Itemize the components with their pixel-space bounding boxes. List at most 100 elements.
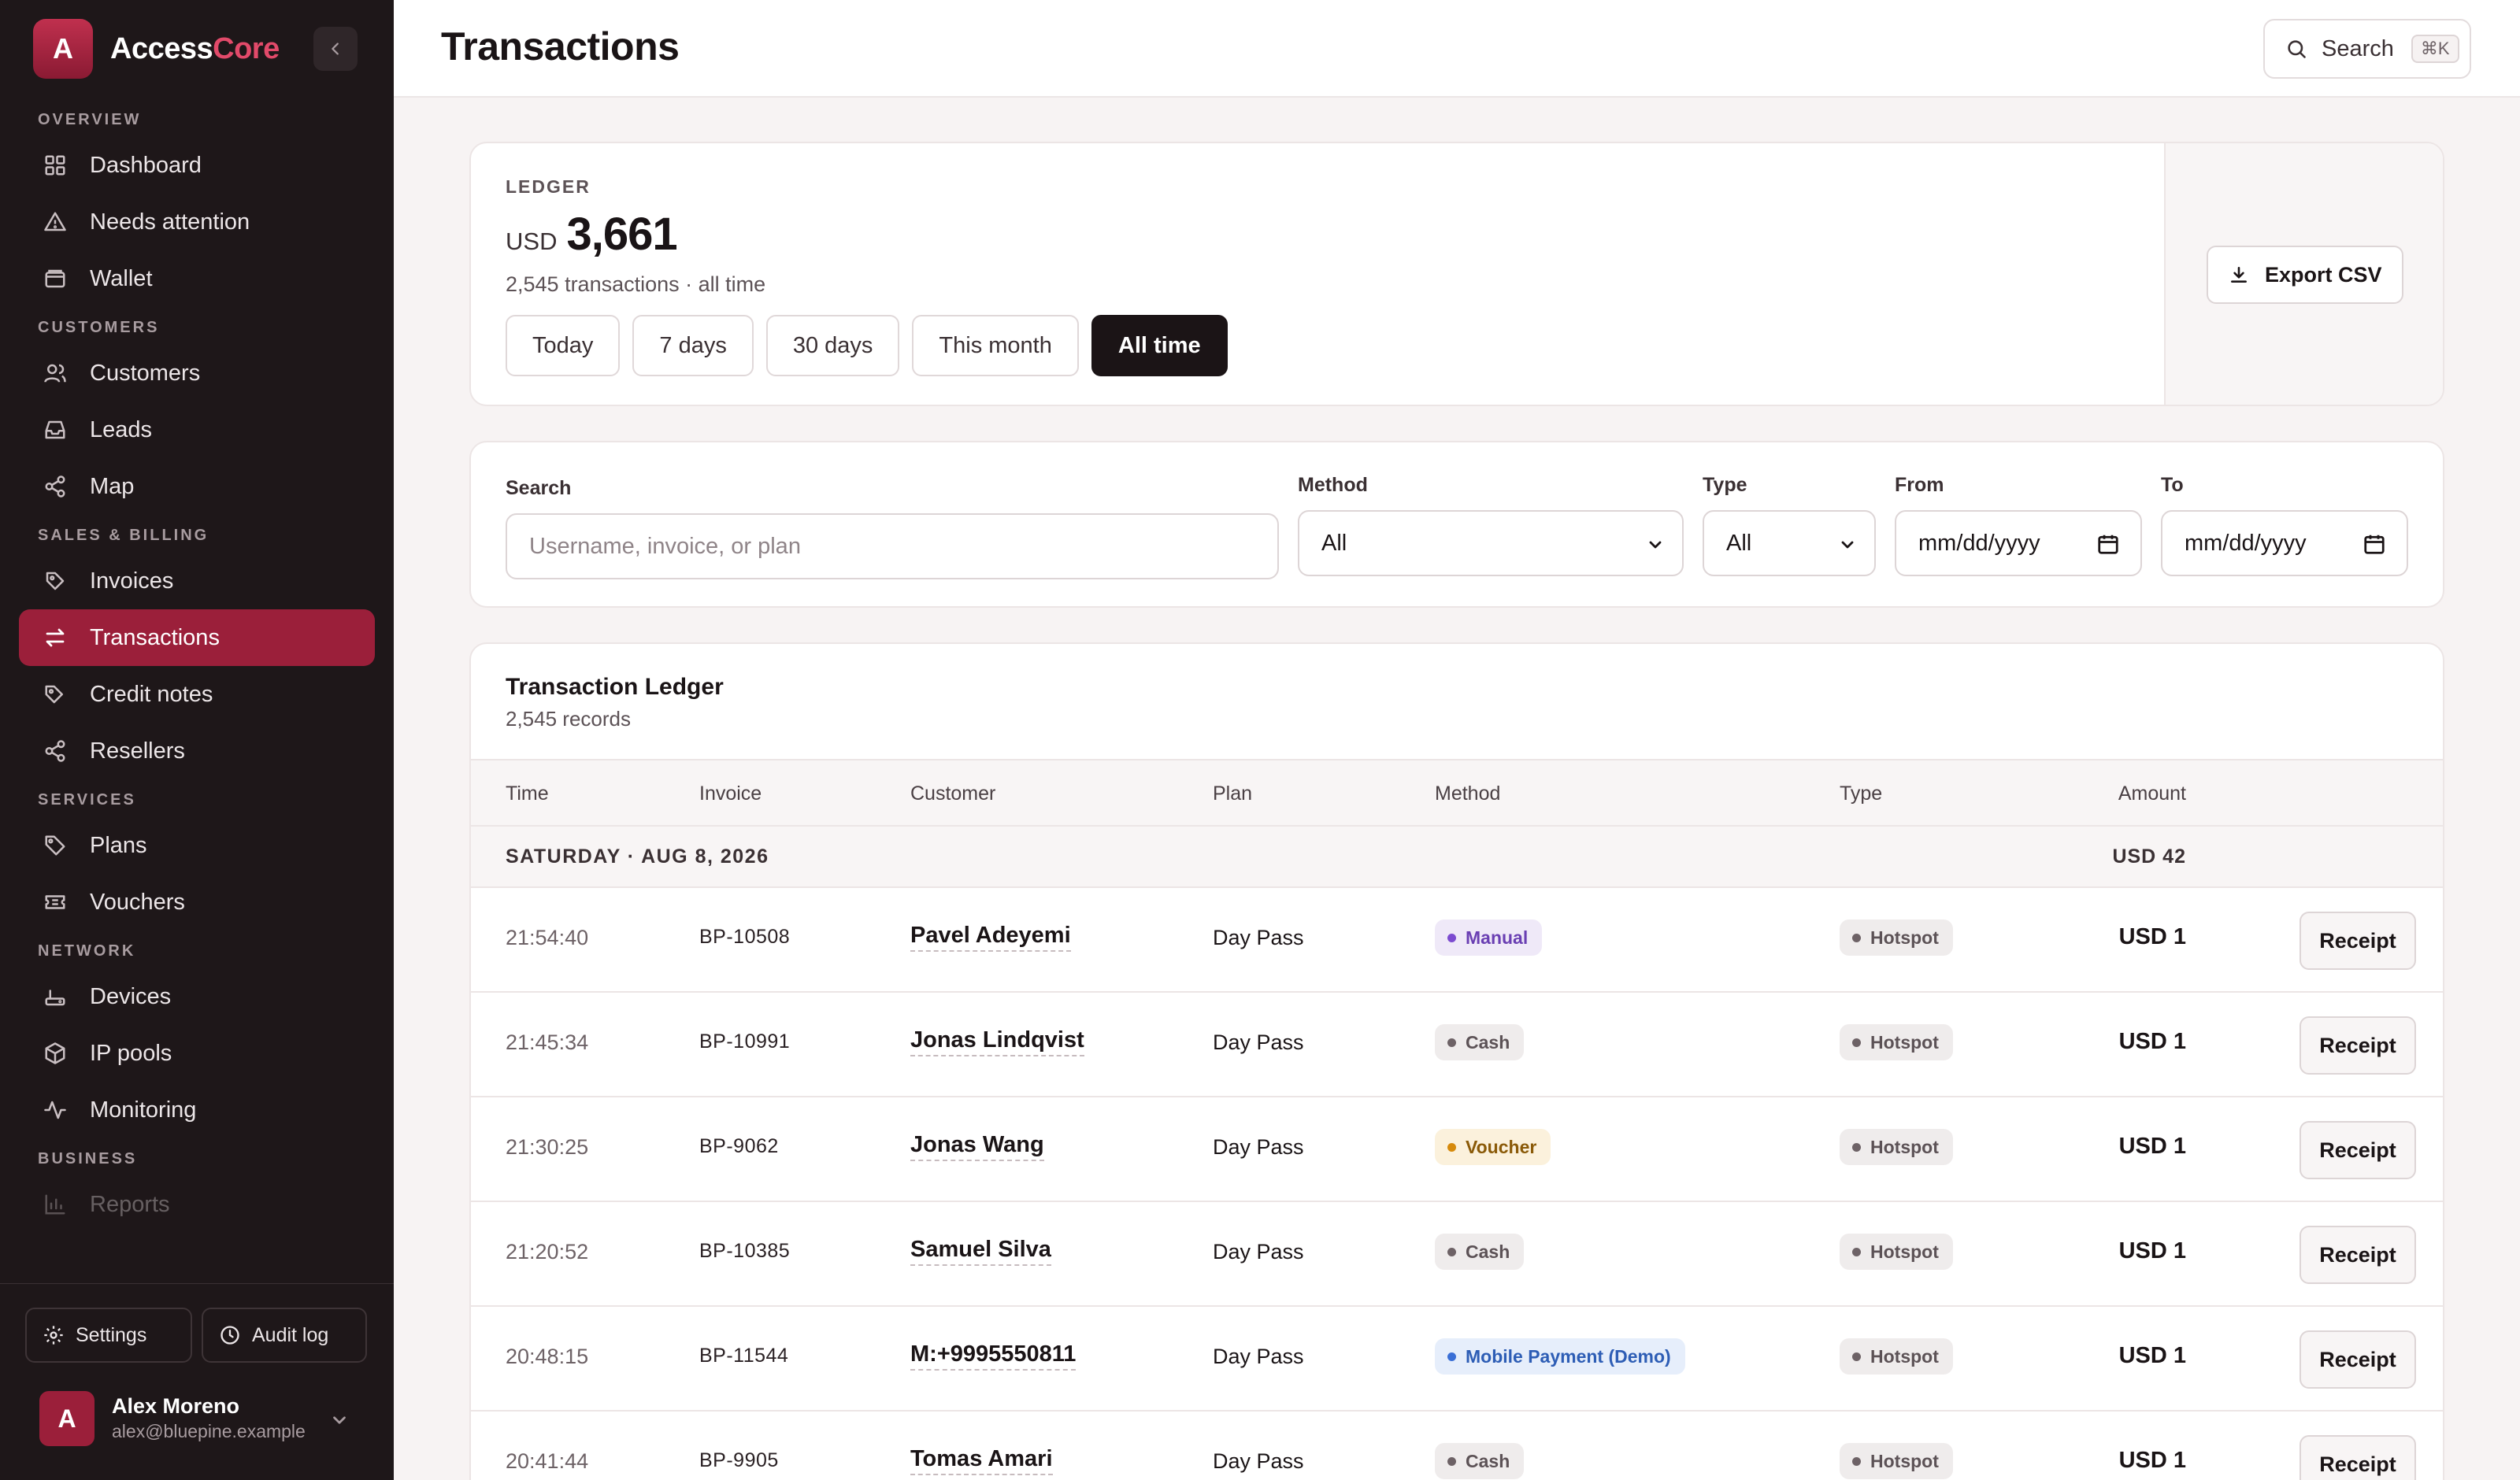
column-header-type[interactable]: Type [1840, 783, 1882, 805]
table-row[interactable]: 21:30:25 BP-9062 Jonas Wang Day Pass Vou… [471, 1097, 2443, 1202]
row-plan: Day Pass [1213, 1449, 1304, 1473]
ledger-summary-text: 2,545 transactions · all time [506, 272, 766, 296]
range-30-days-button[interactable]: 30 days [765, 315, 900, 376]
row-method: Cash [1435, 1443, 1525, 1479]
row-type: Hotspot [1840, 1129, 1953, 1165]
row-customer-link[interactable]: Pavel Adeyemi [910, 923, 1071, 952]
row-invoice: BP-9905 [699, 1449, 779, 1471]
nav-section-sales-billing: SALES & BILLING [38, 527, 209, 544]
to-date-input[interactable]: mm/dd/yyyy [2161, 510, 2408, 576]
sidebar-item-label: Needs attention [90, 209, 250, 235]
row-method: Cash [1435, 1234, 1525, 1270]
export-csv-button[interactable]: Export CSV [2207, 246, 2403, 304]
row-amount: USD 1 [2118, 1448, 2186, 1473]
export-csv-label: Export CSV [2265, 262, 2382, 287]
sidebar-item-plans[interactable]: Plans [19, 817, 375, 874]
calendar-icon[interactable] [2096, 532, 2120, 556]
method-select[interactable]: All [1298, 510, 1684, 576]
row-customer-link[interactable]: Jonas Wang [910, 1132, 1044, 1161]
method-badge: Cash [1435, 1024, 1525, 1060]
nav-section-business: BUSINESS [38, 1150, 138, 1167]
column-header-method[interactable]: Method [1435, 783, 1500, 805]
sidebar-item-label: Credit notes [90, 681, 213, 707]
row-plan: Day Pass [1213, 1135, 1304, 1159]
range-all-time-button[interactable]: All time [1091, 315, 1228, 376]
settings-label: Settings [76, 1323, 147, 1346]
global-search-button[interactable]: Search ⌘K [2263, 19, 2471, 79]
sidebar-item-wallet[interactable]: Wallet [19, 250, 375, 307]
sidebar-item-leads[interactable]: Leads [19, 401, 375, 458]
chevron-down-icon[interactable] [329, 1410, 350, 1434]
to-date-value: mm/dd/yyyy [2185, 530, 2307, 556]
sidebar-item-monitoring[interactable]: Monitoring [19, 1082, 375, 1138]
calendar-icon[interactable] [2362, 532, 2386, 556]
sidebar-item-vouchers[interactable]: Vouchers [19, 874, 375, 931]
brand[interactable]: A AccessCore [33, 19, 280, 79]
range-today-button[interactable]: Today [506, 315, 621, 376]
row-amount: USD 1 [2118, 1238, 2186, 1264]
column-header-time[interactable]: Time [506, 783, 549, 805]
column-header-invoice[interactable]: Invoice [699, 783, 762, 805]
settings-button[interactable]: Settings [25, 1308, 192, 1363]
table-row[interactable]: 21:20:52 BP-10385 Samuel Silva Day Pass … [471, 1202, 2443, 1307]
sidebar-item-devices[interactable]: Devices [19, 968, 375, 1025]
receipt-button[interactable]: Receipt [2300, 1121, 2416, 1179]
from-date-input[interactable]: mm/dd/yyyy [1895, 510, 2142, 576]
type-badge-label: Hotspot [1870, 1136, 1939, 1157]
type-select-value: All [1726, 530, 1752, 556]
range-7-days-button[interactable]: 7 days [632, 315, 754, 376]
ledger-summary-card: LEDGER USD 3,661 2,545 transactions · al… [469, 142, 2444, 406]
table-row[interactable]: 20:41:44 BP-9905 Tomas Amari Day Pass Ca… [471, 1412, 2443, 1480]
search-input[interactable]: Username, invoice, or plan [506, 513, 1279, 579]
sidebar-item-customers[interactable]: Customers [19, 345, 375, 401]
sidebar-item-transactions[interactable]: Transactions [19, 609, 375, 666]
sidebar-item-ip-pools[interactable]: IP pools [19, 1025, 375, 1082]
method-badge-label: Mobile Payment (Demo) [1466, 1345, 1671, 1367]
row-plan: Day Pass [1213, 1030, 1304, 1054]
receipt-button[interactable]: Receipt [2300, 1226, 2416, 1284]
table-row[interactable]: 21:45:34 BP-10991 Jonas Lindqvist Day Pa… [471, 993, 2443, 1097]
row-customer-link[interactable]: M:+9995550811 [910, 1341, 1077, 1371]
row-amount: USD 1 [2118, 924, 2186, 949]
type-select[interactable]: All [1703, 510, 1876, 576]
status-dot [1447, 933, 1456, 942]
column-header-plan[interactable]: Plan [1213, 783, 1252, 805]
date-group-row: SATURDAY · AUG 8, 2026 USD 42 [471, 827, 2443, 888]
gear-icon [43, 1324, 65, 1346]
sidebar-item-needs-attention[interactable]: Needs attention [19, 194, 375, 250]
receipt-button[interactable]: Receipt [2300, 912, 2416, 970]
row-customer-link[interactable]: Jonas Lindqvist [910, 1027, 1084, 1056]
audit-log-button[interactable]: Audit log [202, 1308, 367, 1363]
sidebar-item-resellers[interactable]: Resellers [19, 723, 375, 779]
table-row[interactable]: 20:48:15 BP-11544 M:+9995550811 Day Pass… [471, 1307, 2443, 1412]
receipt-button[interactable]: Receipt [2300, 1435, 2416, 1480]
row-time: 21:20:52 [506, 1240, 589, 1264]
sidebar-item-map[interactable]: Map [19, 458, 375, 515]
column-header-customer[interactable]: Customer [910, 783, 995, 805]
sidebar-item-dashboard[interactable]: Dashboard [19, 137, 375, 194]
row-customer-link[interactable]: Samuel Silva [910, 1237, 1051, 1266]
range-this-month-button[interactable]: This month [912, 315, 1079, 376]
table-header: Time Invoice Customer Plan Method Type A… [471, 759, 2443, 827]
row-method: Manual [1435, 919, 1543, 956]
ledger-actions-panel: Export CSV [2164, 143, 2443, 405]
sidebar-item-label: Dashboard [90, 152, 202, 178]
row-type: Hotspot [1840, 919, 1953, 956]
row-plan: Day Pass [1213, 1345, 1304, 1368]
warning-icon [41, 208, 69, 236]
receipt-button[interactable]: Receipt [2300, 1330, 2416, 1389]
status-dot [1447, 1038, 1456, 1047]
collapse-sidebar-button[interactable] [313, 27, 358, 71]
arrows-exchange-icon [41, 623, 69, 652]
sidebar-item-credit-notes[interactable]: Credit notes [19, 666, 375, 723]
row-customer-link[interactable]: Tomas Amari [910, 1446, 1053, 1475]
table-row[interactable]: 21:54:40 BP-10508 Pavel Adeyemi Day Pass… [471, 888, 2443, 993]
sidebar-item-invoices[interactable]: Invoices [19, 553, 375, 609]
method-badge-label: Cash [1466, 1031, 1510, 1053]
type-badge-label: Hotspot [1870, 1345, 1939, 1367]
avatar[interactable]: A [39, 1391, 94, 1446]
status-dot [1447, 1456, 1456, 1466]
column-header-amount[interactable]: Amount [2118, 783, 2186, 805]
sidebar-item-label: Transactions [90, 624, 220, 650]
receipt-button[interactable]: Receipt [2300, 1016, 2416, 1075]
